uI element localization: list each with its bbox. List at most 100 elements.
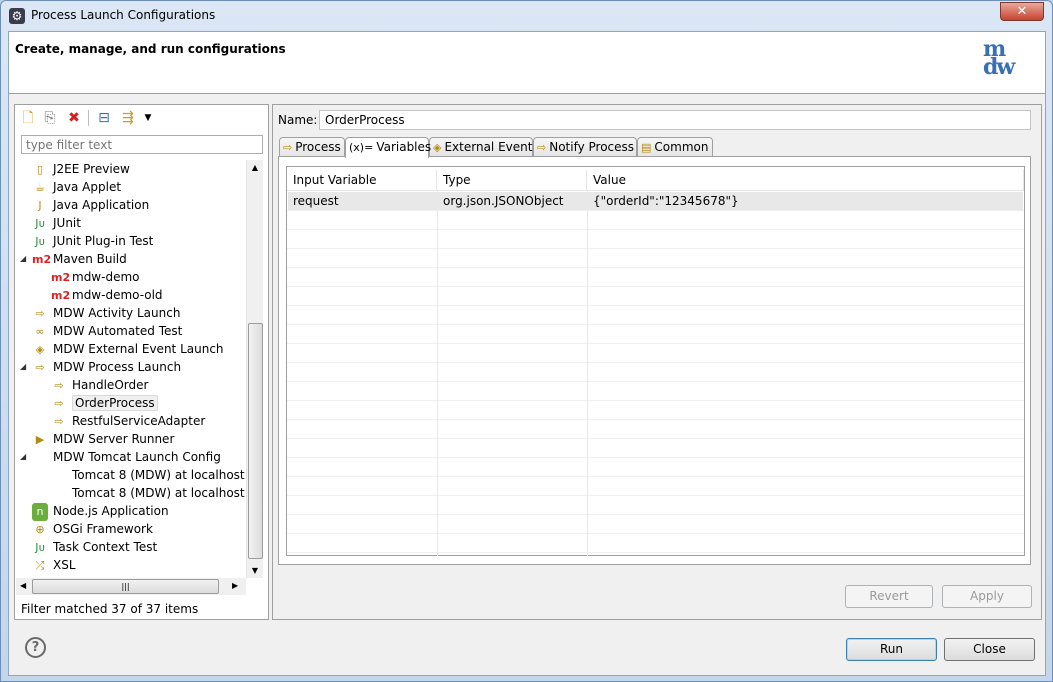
tree-item[interactable]: ◢ ⇨ MDW Process Launch (20, 358, 181, 376)
column-header-type[interactable]: Type (437, 170, 587, 190)
filter-status: Filter matched 37 of 37 items (21, 602, 199, 616)
run-button[interactable]: Run (846, 638, 937, 661)
scroll-up-icon[interactable]: ▲ (247, 163, 263, 172)
dialog-header: Create, manage, and run configurations m… (9, 32, 1045, 94)
server-runner-icon: ▶ (35, 433, 45, 446)
tree-item[interactable]: ◈ MDW External Event Launch (32, 340, 224, 358)
tree-item[interactable]: J Java Application (32, 196, 149, 214)
tree-item[interactable]: Tomcat 8 (MDW) at localhost (1) (51, 484, 246, 502)
tree-item[interactable]: Jᴜ Task Context Test (32, 538, 157, 556)
dialog-client: Create, manage, and run configurations m… (8, 31, 1046, 676)
mdw-logo: m dw (983, 36, 1015, 80)
row-gridline (287, 476, 1024, 477)
cell-type[interactable]: org.json.JSONObject (437, 192, 564, 210)
header-title: Create, manage, and run configurations (15, 42, 286, 56)
duplicate-icon[interactable]: ⎘ (41, 109, 59, 127)
scroll-down-icon[interactable]: ▼ (247, 566, 263, 575)
apply-button[interactable]: Apply (942, 585, 1032, 608)
tree-item[interactable]: Tomcat 8 (MDW) at localhost (51, 466, 245, 484)
tree-item[interactable]: ▯ J2EE Preview (32, 160, 130, 178)
tree-item-label: XSL (53, 558, 76, 572)
tree-item-label: JUnit (53, 216, 81, 230)
tree-item[interactable]: ☕ Java Applet (32, 178, 121, 196)
configuration-editor-panel: Name: ⇨Process(x)=Variables◈External Eve… (272, 104, 1042, 620)
tree-item[interactable]: ▶ MDW Server Runner (32, 430, 175, 448)
process-icon: ⇨ (283, 141, 293, 154)
cell-value[interactable]: {"orderId":"12345678"} (587, 192, 739, 210)
tab-variables[interactable]: (x)= Variables (345, 137, 432, 158)
scroll-right-icon[interactable]: ▶ (232, 581, 238, 590)
tree-item[interactable]: Jᴜ JUnit Plug-in Test (32, 232, 153, 250)
revert-button[interactable]: Revert (845, 585, 933, 608)
xsl-icon: ⤮ (35, 559, 45, 572)
column-header-value[interactable]: Value (587, 170, 1024, 190)
expand-arrow-icon[interactable]: ◢ (20, 358, 26, 376)
tree-item[interactable]: ⇨ MDW Activity Launch (32, 304, 180, 322)
osgi-icon: ⊕ (35, 523, 45, 536)
common-icon: ▤ (641, 141, 652, 154)
tab-label: External Event (444, 140, 533, 154)
expand-arrow-icon[interactable]: ◢ (20, 250, 26, 268)
tree-item[interactable]: ⇨ HandleOrder (51, 376, 148, 394)
tree-item[interactable]: m2 mdw-demo (51, 268, 139, 286)
delete-icon[interactable]: ✖ (65, 109, 83, 127)
cell-input-variable[interactable]: request (287, 192, 339, 210)
tree-item-label: HandleOrder (72, 378, 149, 392)
notify-icon: ⇨ (537, 141, 547, 154)
external-event-icon: ◈ (35, 343, 45, 356)
tree-item[interactable]: ∞ MDW Automated Test (32, 322, 182, 340)
row-gridline (287, 229, 1024, 230)
horizontal-scroll-thumb[interactable]: ||| (32, 579, 219, 594)
task-context-icon: Jᴜ (35, 541, 45, 554)
tree-item[interactable]: ⇨ OrderProcess (51, 394, 158, 412)
tree-item[interactable]: ◢ m2 Maven Build (20, 250, 127, 268)
tab-label: Process (295, 140, 341, 154)
tree-item[interactable]: ⊕ OSGi Framework (32, 520, 153, 538)
expand-arrow-icon[interactable]: ◢ (20, 448, 26, 466)
close-button[interactable]: Close (944, 638, 1035, 661)
maven-icon: m2 (51, 271, 71, 284)
process-launch-icon: ⇨ (35, 361, 45, 374)
tab-process[interactable]: ⇨ Process (279, 137, 345, 157)
tree-item-label: mdw-demo-old (72, 288, 163, 302)
filter-icon[interactable]: ⇶ (119, 109, 137, 127)
window-close-button[interactable]: ✕ (1000, 2, 1044, 21)
junit-icon: Jᴜ (35, 217, 45, 230)
tab-common[interactable]: ▤ Common (637, 137, 713, 157)
filter-input[interactable] (21, 135, 263, 154)
tree-item[interactable]: ⤮ XSL (32, 556, 76, 574)
row-gridline (287, 457, 1024, 458)
tree-item-label: MDW External Event Launch (53, 342, 224, 356)
variables-table: Input Variable Type Value request org.js… (286, 166, 1025, 556)
process-launch-icon: ⇨ (54, 379, 64, 392)
tree-item-label: mdw-demo (72, 270, 140, 284)
process-launch-icon: ⇨ (54, 397, 64, 410)
tree-horizontal-scrollbar[interactable]: ◀ ||| ▶ (16, 578, 246, 595)
tree-item-label: MDW Tomcat Launch Config (53, 450, 221, 464)
tree-item[interactable]: Jᴜ JUnit (32, 214, 81, 232)
tree-item[interactable]: n Node.js Application (32, 502, 169, 521)
tree-item-label: OrderProcess (72, 395, 158, 411)
toolbar-divider (88, 110, 89, 126)
tree-item[interactable]: ⇨ RestfulServiceAdapter (51, 412, 205, 430)
new-configuration-icon[interactable]: 🗋 (19, 109, 37, 127)
process-launch-icon: ⇨ (54, 415, 64, 428)
tree-vertical-scrollbar[interactable]: ▲ ▼ (246, 160, 263, 578)
column-header-input-variable[interactable]: Input Variable (287, 170, 437, 190)
collapse-all-icon[interactable]: ⊟ (95, 109, 113, 127)
tab-external-event[interactable]: ◈ External Event (429, 137, 533, 157)
tree-item[interactable]: m2 mdw-demo-old (51, 286, 163, 304)
tab-label: Common (654, 140, 709, 154)
row-gridline (287, 419, 1024, 420)
scroll-left-icon[interactable]: ◀ (20, 581, 26, 590)
dropdown-icon[interactable]: ▼ (139, 109, 157, 127)
automated-test-icon: ∞ (35, 325, 45, 338)
vertical-scroll-thumb[interactable] (248, 323, 263, 559)
tab-notify-process[interactable]: ⇨ Notify Process (533, 137, 637, 157)
row-gridline (287, 343, 1024, 344)
tab-label: Variables (376, 140, 432, 154)
help-icon[interactable]: ? (25, 637, 46, 658)
title-bar: ⚙ Process Launch Configurations ✕ (1, 1, 1052, 31)
tree-item[interactable]: ◢ MDW Tomcat Launch Config (20, 448, 221, 466)
name-input[interactable] (319, 110, 1031, 130)
